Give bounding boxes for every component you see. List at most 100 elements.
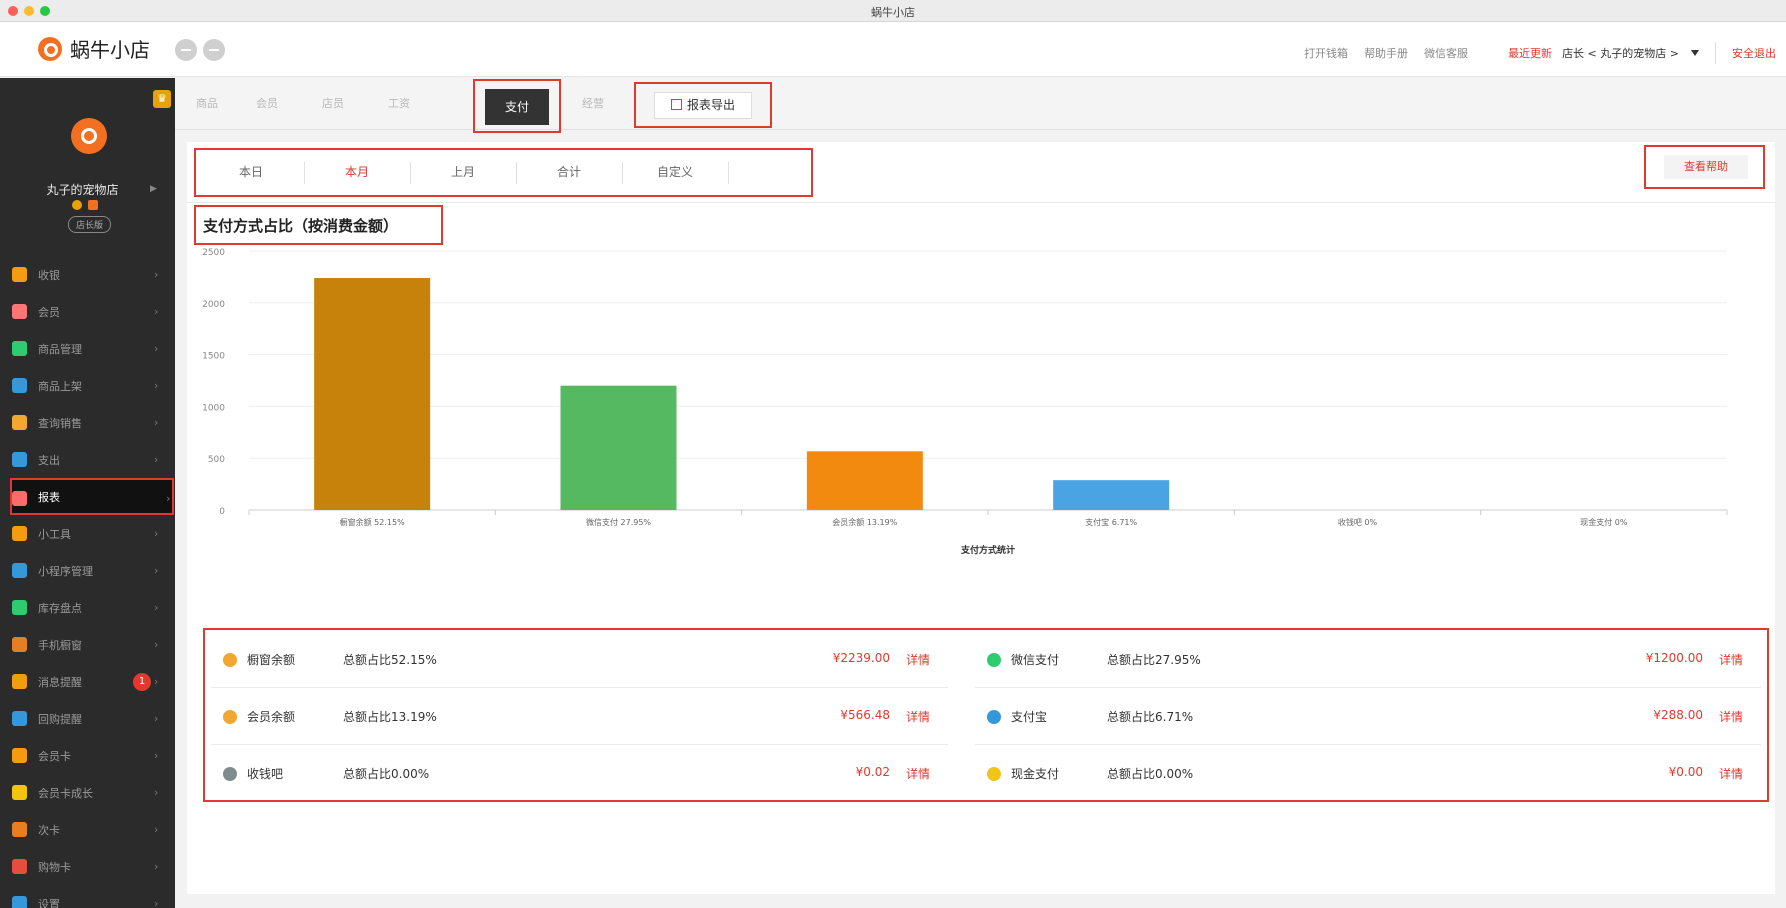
chevron-right-icon: › (154, 305, 159, 318)
sidebar-item-icon (12, 822, 27, 837)
bar (1053, 480, 1170, 510)
payment-detail-link[interactable]: 详情 (1719, 708, 1743, 725)
payment-ratio: 总额占比27.95% (1107, 653, 1201, 667)
wechat-icon (987, 653, 1001, 667)
y-tick-label: 0 (219, 507, 225, 517)
x-tick-label: 收钱吧 0% (1338, 517, 1378, 527)
period-option-2[interactable]: 上月 (410, 150, 516, 195)
store-dropdown-icon[interactable] (1691, 50, 1699, 56)
tab-payment[interactable]: 支付 (485, 89, 549, 125)
sidebar-item-10[interactable]: 手机橱窗 › (0, 626, 175, 663)
payment-amount: ¥2239.00 (832, 651, 890, 665)
period-filter: 本日 本月 上月 合计 自定义 (194, 148, 813, 197)
shop-icon (223, 653, 237, 667)
sidebar-item-icon (12, 896, 27, 908)
sidebar-item-2[interactable]: 商品管理 › (0, 330, 175, 367)
view-help-button[interactable]: 查看帮助 (1664, 155, 1748, 179)
payment-ratio: 总额占比6.71% (1107, 710, 1194, 724)
period-option-0[interactable]: 本日 (198, 150, 304, 195)
chevron-right-icon: › (154, 712, 159, 725)
sidebar-item-17[interactable]: 设置 › (0, 885, 175, 908)
crown-badge-icon[interactable]: ♛ (153, 90, 171, 108)
forward-button[interactable] (203, 39, 225, 61)
chevron-right-icon: › (154, 342, 159, 355)
sidebar-item-label: 库存盘点 (38, 601, 82, 615)
sidebar-item-9[interactable]: 库存盘点 › (0, 589, 175, 626)
title-bar: 蜗牛小店 (0, 0, 1786, 22)
crown-icon (88, 200, 98, 210)
payment-detail-link[interactable]: 详情 (1719, 651, 1743, 668)
x-tick-label: 支付宝 6.71% (1085, 517, 1137, 527)
report-export-button[interactable]: 报表导出 (654, 92, 752, 119)
sidebar-item-14[interactable]: 会员卡成长 › (0, 774, 175, 811)
alipay-icon (987, 710, 1001, 724)
period-option-4[interactable]: 自定义 (622, 150, 728, 195)
notification-badge: 1 (133, 673, 151, 691)
logout-link[interactable]: 安全退出 (1732, 45, 1776, 61)
sidebar: ♛ 丸子的宠物店 ▶ 店长版 收银 › 会员 › 商品管理 › 商品上架 › 查询销售 › 支出 › 报… (0, 78, 175, 908)
x-tick-label: 会员余额 13.19% (832, 517, 897, 527)
tab-salary[interactable]: 工资 (381, 90, 417, 118)
app-header: 蜗牛小店 打开钱箱 帮助手册 微信客服 最近更新 店长 < 丸子的宠物店 > 安… (0, 22, 1786, 77)
sidebar-item-6[interactable]: 报表 › (10, 478, 174, 515)
payment-detail-link[interactable]: 详情 (1719, 765, 1743, 782)
sidebar-item-label: 收银 (38, 268, 60, 282)
payment-ratio: 总额占比0.00% (1107, 767, 1194, 781)
sidebar-item-1[interactable]: 会员 › (0, 293, 175, 330)
chevron-right-icon: › (154, 527, 159, 540)
tab-staff[interactable]: 店员 (315, 90, 351, 118)
payment-row: 现金支付 总额占比0.00% ¥0.00 详情 (973, 745, 1763, 802)
payment-name: 收钱吧 (247, 767, 284, 781)
sidebar-item-11[interactable]: 消息提醒 1 › (0, 663, 175, 700)
help-manual-link[interactable]: 帮助手册 (1364, 45, 1408, 61)
sidebar-item-3[interactable]: 商品上架 › (0, 367, 175, 404)
payment-row: 微信支付 总额占比27.95% ¥1200.00 详情 (973, 631, 1763, 688)
sidebar-item-15[interactable]: 次卡 › (0, 811, 175, 848)
shop-name[interactable]: 丸子的宠物店 (10, 181, 155, 198)
shop-role-badge: 店长版 (68, 216, 112, 233)
sidebar-item-4[interactable]: 查询销售 › (0, 404, 175, 441)
sidebar-item-icon (12, 674, 27, 689)
sidebar-item-icon (12, 785, 27, 800)
sidebar-item-8[interactable]: 小程序管理 › (0, 552, 175, 589)
sidebar-item-12[interactable]: 回购提醒 › (0, 700, 175, 737)
tab-goods[interactable]: 商品 (189, 90, 225, 118)
sidebar-item-16[interactable]: 购物卡 › (0, 848, 175, 885)
sidebar-item-icon (12, 378, 27, 393)
period-option-3[interactable]: 合计 (516, 150, 622, 195)
back-button[interactable] (175, 39, 197, 61)
shop-arrow-icon[interactable]: ▶ (150, 184, 157, 194)
payment-detail-link[interactable]: 详情 (906, 765, 930, 782)
chevron-right-icon: › (154, 675, 159, 688)
sidebar-item-7[interactable]: 小工具 › (0, 515, 175, 552)
payment-detail-link[interactable]: 详情 (906, 708, 930, 725)
sidebar-item-label: 购物卡 (38, 860, 71, 874)
sidebar-item-icon (12, 711, 27, 726)
payment-name: 会员余额 (247, 710, 296, 724)
sidebar-item-5[interactable]: 支出 › (0, 441, 175, 478)
shop-profile: ♛ 丸子的宠物店 ▶ 店长版 (10, 88, 175, 253)
open-cash-drawer-link[interactable]: 打开钱箱 (1304, 45, 1348, 61)
header-divider (1715, 42, 1716, 64)
sidebar-item-0[interactable]: 收银 › (0, 256, 175, 293)
report-panel: 本日 本月 上月 合计 自定义 查看帮助 支付方式占比（按消费金额） 0 500 1000 1… (187, 142, 1775, 894)
tab-member[interactable]: 会员 (249, 90, 285, 118)
sidebar-item-label: 小工具 (38, 527, 71, 541)
payment-detail-link[interactable]: 详情 (906, 651, 930, 668)
period-divider (622, 162, 623, 184)
period-option-1[interactable]: 本月 (304, 150, 410, 195)
payment-amount: ¥0.00 (1668, 765, 1703, 779)
shop-level-icons (72, 200, 98, 210)
wechat-service-link[interactable]: 微信客服 (1424, 45, 1468, 61)
store-selector[interactable]: 店长 < 丸子的宠物店 > (1562, 45, 1679, 61)
period-divider (728, 162, 729, 184)
chevron-right-icon: › (166, 492, 171, 505)
tab-payment-highlight: 支付 (473, 79, 561, 133)
sidebar-item-icon (12, 859, 27, 874)
recent-updates-link[interactable]: 最近更新 (1508, 45, 1552, 61)
tab-operation[interactable]: 经营 (575, 90, 611, 118)
chevron-right-icon: › (154, 453, 159, 466)
sidebar-item-13[interactable]: 会员卡 › (0, 737, 175, 774)
payment-row: 会员余额 总额占比13.19% ¥566.48 详情 (209, 688, 950, 745)
cash-icon (987, 767, 1001, 781)
